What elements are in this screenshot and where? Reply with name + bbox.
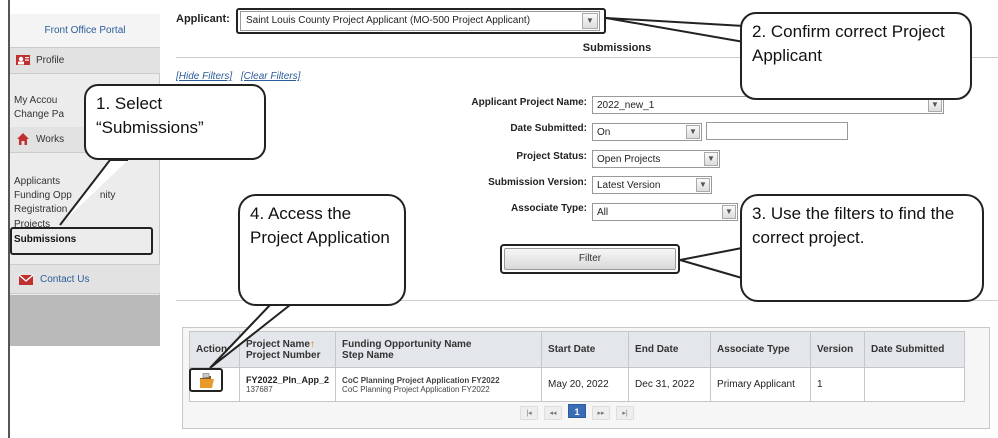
cell-start-date: May 20, 2022 (541, 367, 630, 402)
cell-project-name: FY2022_Pln_App_2 (246, 375, 330, 385)
col-date-submitted[interactable]: Date Submitted (864, 331, 966, 368)
pager-prev-button[interactable]: ◂◂ (544, 406, 562, 420)
submission-version-select[interactable]: Latest Version ▼ (592, 176, 712, 194)
associate-type-value: All (597, 207, 609, 218)
callout-2-pointer (605, 17, 745, 43)
filter-links: [Hide Filters] [Clear Filters] (176, 71, 306, 82)
date-submitted-value: On (597, 127, 611, 138)
col-associate-type[interactable]: Associate Type (710, 331, 812, 368)
cell-funding-opportunity: CoC Planning Project Application FY2022 … (335, 367, 543, 402)
col-project-name[interactable]: Project Name↑ Project Number (238, 331, 337, 368)
col-step-name-label: Step Name (342, 349, 394, 361)
chevron-down-icon[interactable]: ▼ (704, 152, 718, 166)
filter-label-project-status: Project Status: (516, 151, 587, 162)
filter-button[interactable]: Filter (504, 248, 676, 270)
cell-project-number: 137687 (246, 385, 273, 394)
cell-version: 1 (810, 367, 866, 402)
chevron-down-icon[interactable]: ▼ (686, 125, 700, 139)
sidebar-contact-us-label: Contact Us (40, 274, 90, 285)
page: Front Office Portal Profile My Accou Cha… (0, 0, 998, 438)
col-project-name-label: Project Name (246, 338, 310, 350)
applicant-highlight-outline (236, 8, 606, 34)
submissions-highlight-outline (10, 227, 153, 255)
sidebar-profile-label: Profile (36, 55, 65, 66)
profile-icon (16, 55, 30, 65)
front-office-portal-link[interactable]: Front Office Portal (10, 14, 160, 48)
date-submitted-input[interactable] (706, 122, 848, 140)
date-submitted-select[interactable]: On ▼ (592, 123, 702, 141)
col-end-date[interactable]: End Date (628, 331, 712, 368)
clear-filters-link[interactable]: [Clear Filters] (241, 71, 300, 82)
callout-2: 2. Confirm correct Project Applicant (740, 12, 972, 100)
sidebar-item-my-account[interactable]: My Accou (14, 95, 57, 106)
action-highlight-outline (189, 368, 223, 392)
cell-step-name: CoC Planning Project Application FY2022 (342, 384, 490, 394)
sidebar-item-funding-opportunity-tail: nity (99, 190, 116, 201)
pager: |◂ ◂◂ 1 ▸▸ ▸| (520, 404, 640, 420)
table-header-row: Actions Project Name↑ Project Number Fun… (189, 331, 966, 368)
cell-associate-type: Primary Applicant (710, 367, 812, 402)
results-table: Actions Project Name↑ Project Number Fun… (189, 331, 966, 402)
chevron-down-icon[interactable]: ▼ (928, 98, 942, 112)
callout-1: 1. Select “Submissions” (84, 84, 266, 160)
sidebar-item-funding-opportunity[interactable]: Funding Opp nity (14, 190, 115, 201)
col-project-number-label: Project Number (246, 349, 321, 361)
sidebar: Front Office Portal Profile My Accou Cha… (10, 14, 160, 346)
project-name-value: 2022_new_1 (597, 100, 655, 111)
cell-date-submitted (864, 367, 966, 402)
sidebar-footer (10, 295, 160, 346)
pager-next-button[interactable]: ▸▸ (592, 406, 610, 420)
chevron-down-icon[interactable]: ▼ (722, 205, 736, 219)
sidebar-profile-header[interactable]: Profile (10, 48, 160, 74)
sidebar-item-change-password[interactable]: Change Pa (14, 109, 64, 120)
cell-fo-name: CoC Planning Project Application FY2022 (342, 375, 500, 385)
home-icon (17, 133, 29, 145)
associate-type-select[interactable]: All ▼ (592, 203, 738, 221)
callout-3: 3. Use the filters to find the correct p… (740, 194, 984, 302)
mail-icon (18, 274, 34, 285)
col-version[interactable]: Version (810, 331, 866, 368)
sidebar-contact-us[interactable]: Contact Us (10, 264, 160, 294)
cell-project: FY2022_Pln_App_2 137687 (238, 367, 337, 402)
pager-last-button[interactable]: ▸| (616, 406, 634, 420)
filter-label-associate-type: Associate Type: (511, 203, 587, 214)
pager-first-button[interactable]: |◂ (520, 406, 538, 420)
col-actions: Actions (189, 331, 240, 368)
sidebar-workspace-label: Works (36, 134, 65, 145)
callout-3-pointer (679, 247, 743, 279)
filter-label-project-name: Applicant Project Name: (471, 97, 587, 108)
pager-current-page[interactable]: 1 (568, 404, 586, 418)
hide-filters-link[interactable]: [Hide Filters] (176, 71, 232, 82)
project-status-value: Open Projects (597, 154, 661, 165)
sidebar-item-registrations[interactable]: Registration (14, 204, 67, 215)
sort-up-arrow-icon: ↑ (309, 338, 315, 350)
table-row: FY2022_Pln_App_2 137687 CoC Planning Pro… (189, 367, 966, 402)
col-start-date[interactable]: Start Date (541, 331, 630, 368)
filter-label-submission-version: Submission Version: (488, 177, 587, 188)
chevron-down-icon[interactable]: ▼ (696, 178, 710, 192)
sidebar-item-funding-opportunity-label: Funding Opp (14, 190, 72, 201)
col-funding-opportunity[interactable]: Funding Opportunity Name Step Name (335, 331, 543, 368)
col-fo-name-label: Funding Opportunity Name (342, 338, 472, 350)
cell-end-date: Dec 31, 2022 (628, 367, 712, 402)
sidebar-item-applicants[interactable]: Applicants (14, 176, 60, 187)
callout-4: 4. Access the Project Application (238, 194, 406, 306)
project-status-select[interactable]: Open Projects ▼ (592, 150, 720, 168)
submission-version-value: Latest Version (597, 180, 661, 191)
filter-label-date-submitted: Date Submitted: (510, 123, 587, 134)
applicant-label: Applicant: (176, 13, 230, 25)
